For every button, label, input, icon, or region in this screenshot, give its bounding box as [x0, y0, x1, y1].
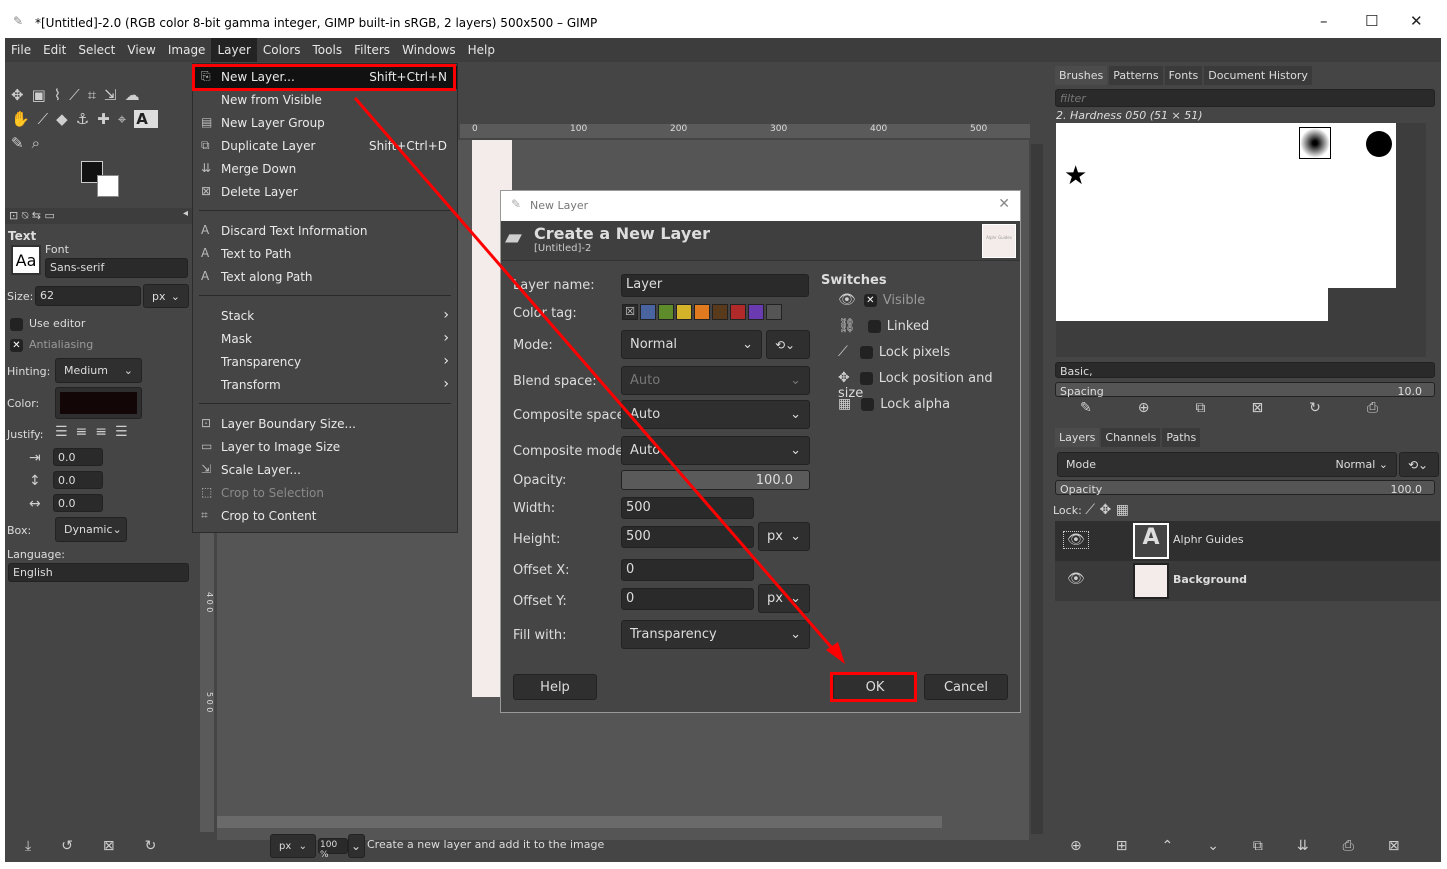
annotation-arrow	[353, 97, 845, 664]
arrow-line	[353, 97, 840, 656]
